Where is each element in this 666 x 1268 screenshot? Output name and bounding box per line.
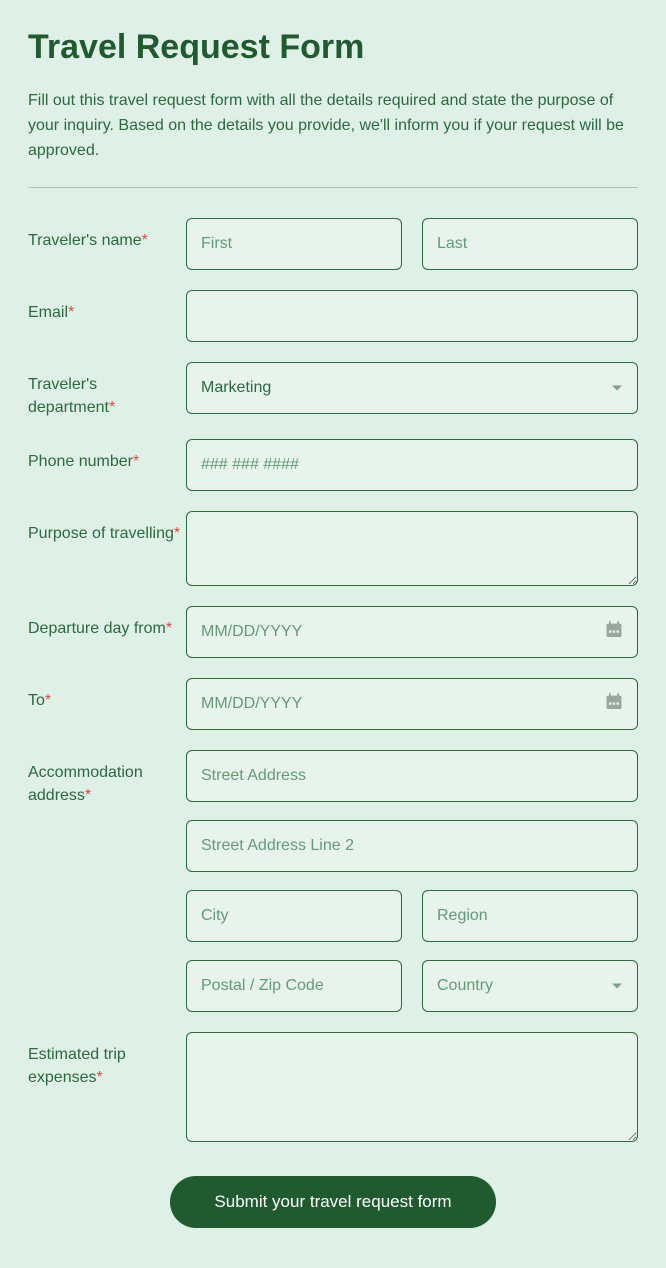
purpose-textarea[interactable]: [186, 511, 638, 586]
country-select[interactable]: Country: [422, 960, 638, 1012]
label-expenses: Estimated trip expenses*: [28, 1032, 186, 1089]
expenses-textarea[interactable]: [186, 1032, 638, 1142]
label-name: Traveler's name*: [28, 218, 186, 252]
postal-input[interactable]: [186, 960, 402, 1012]
city-input[interactable]: [186, 890, 402, 942]
label-accom: Accommodation address*: [28, 750, 186, 807]
label-purpose: Purpose of travelling*: [28, 511, 186, 545]
country-placeholder: Country: [437, 977, 493, 995]
departure-from-input[interactable]: [186, 606, 638, 658]
email-input[interactable]: [186, 290, 638, 342]
label-to: To*: [28, 678, 186, 712]
submit-button[interactable]: Submit your travel request form: [170, 1176, 495, 1228]
departure-to-input[interactable]: [186, 678, 638, 730]
label-email: Email*: [28, 290, 186, 324]
phone-input[interactable]: [186, 439, 638, 491]
department-select[interactable]: Marketing: [186, 362, 638, 414]
label-department: Traveler's department*: [28, 362, 186, 419]
street1-input[interactable]: [186, 750, 638, 802]
label-dep-from: Departure day from*: [28, 606, 186, 640]
street2-input[interactable]: [186, 820, 638, 872]
intro-text: Fill out this travel request form with a…: [28, 89, 638, 163]
label-phone: Phone number*: [28, 439, 186, 473]
page-title: Travel Request Form: [28, 28, 638, 67]
divider: [28, 187, 638, 188]
region-input[interactable]: [422, 890, 638, 942]
last-name-input[interactable]: [422, 218, 638, 270]
first-name-input[interactable]: [186, 218, 402, 270]
department-value: Marketing: [201, 379, 271, 397]
